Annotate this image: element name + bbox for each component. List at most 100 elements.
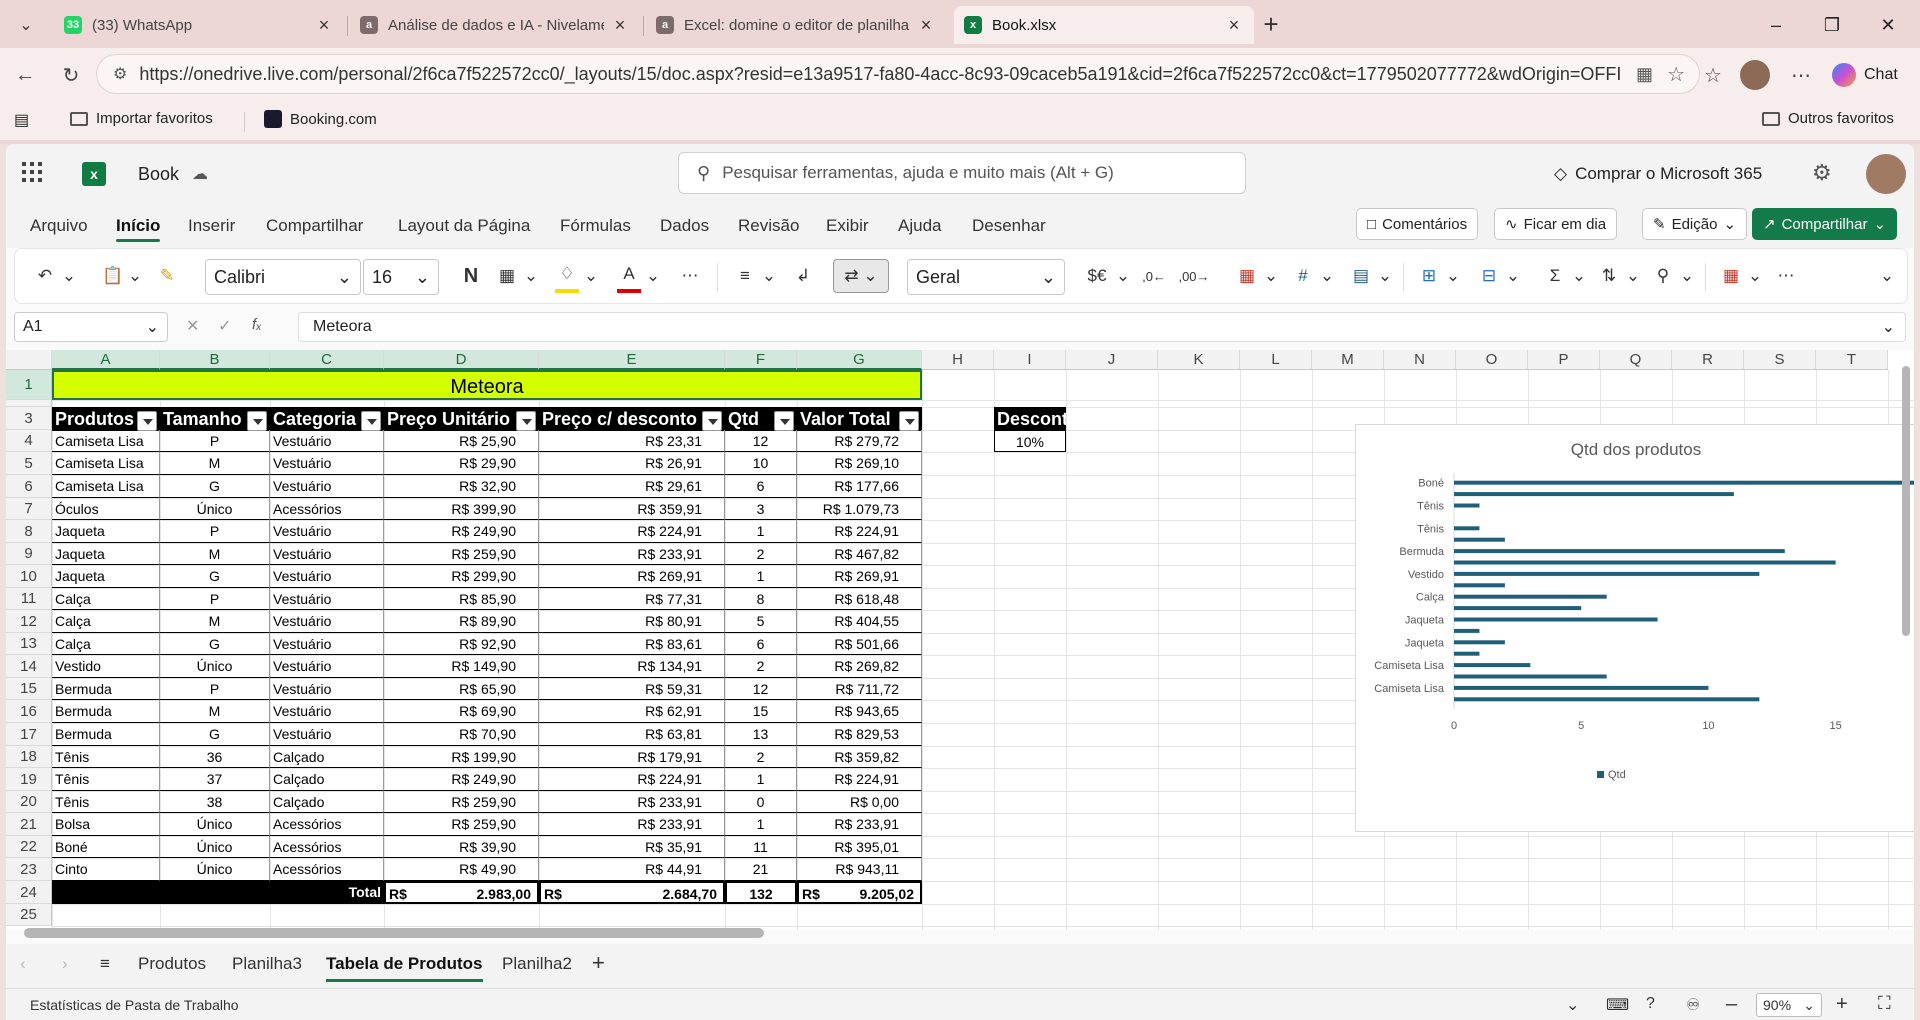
row-header[interactable]: 23 <box>6 858 52 881</box>
format-table-icon[interactable]: # <box>1291 259 1315 293</box>
font-color-icon[interactable]: A <box>617 259 641 293</box>
maximize-button[interactable]: ❐ <box>1810 10 1854 40</box>
browser-tab[interactable]: 33 (33) WhatsApp × <box>54 6 344 44</box>
table-cell[interactable]: 21 <box>725 858 797 881</box>
total-value-cell[interactable]: R$ 2.684,70 <box>539 881 725 904</box>
table-cell[interactable]: R$ 269,91 <box>539 565 725 588</box>
sort-filter-icon[interactable]: ⇅ <box>1597 259 1621 293</box>
table-cell[interactable]: Jaqueta <box>52 520 160 543</box>
row-header[interactable]: 10 <box>6 565 52 588</box>
table-cell[interactable]: Jaqueta <box>52 565 160 588</box>
table-cell[interactable]: R$ 299,90 <box>384 565 539 588</box>
expand-ribbon-chevron-icon[interactable]: ⌄ <box>1877 259 1897 293</box>
table-cell[interactable]: Tênis <box>52 746 160 768</box>
add-sheet-icon[interactable]: + <box>592 950 605 976</box>
table-cell[interactable]: 1 <box>725 565 797 588</box>
table-cell[interactable]: M <box>160 700 270 723</box>
table-cell[interactable]: R$ 85,90 <box>384 588 539 610</box>
table-cell[interactable]: R$ 29,61 <box>539 475 725 498</box>
table-cell[interactable]: R$ 233,91 <box>797 813 922 836</box>
more-options-icon[interactable]: ⋯ <box>1773 259 1799 293</box>
table-cell[interactable]: G <box>160 475 270 498</box>
table-cell[interactable]: 0 <box>725 791 797 813</box>
column-header[interactable]: N <box>1384 350 1456 370</box>
table-cell[interactable]: R$ 618,48 <box>797 588 922 610</box>
menu-formulas[interactable]: Fórmulas <box>560 216 631 236</box>
align-icon[interactable]: ≡ <box>733 259 757 293</box>
menu-desenhar[interactable]: Desenhar <box>972 216 1046 236</box>
formula-input[interactable]: Meteora ⌄ <box>298 312 1906 342</box>
browser-tab[interactable]: a Análise de dados e IA - Nivelamen × <box>350 6 640 44</box>
row-header[interactable]: 16 <box>6 700 52 723</box>
table-cell[interactable]: Vestuário <box>270 723 384 746</box>
close-window-button[interactable]: ✕ <box>1866 10 1910 40</box>
address-bar[interactable]: ⚙ https://onedrive.live.com/personal/2f6… <box>96 54 1700 94</box>
table-cell[interactable]: R$ 501,66 <box>797 633 922 655</box>
table-cell[interactable]: Vestuário <box>270 452 384 475</box>
menu-dados[interactable]: Dados <box>660 216 709 236</box>
column-header[interactable]: S <box>1744 350 1816 370</box>
row-header[interactable]: 8 <box>6 520 52 543</box>
table-header-cell[interactable]: Valor Total <box>797 407 922 431</box>
table-cell[interactable]: R$ 149,90 <box>384 655 539 678</box>
table-cell[interactable]: R$ 49,90 <box>384 858 539 881</box>
table-cell[interactable]: P <box>160 430 270 452</box>
format-painter-icon[interactable]: ✎ <box>155 259 179 293</box>
total-value-cell[interactable]: R$ 9.205,02 <box>797 881 922 904</box>
table-cell[interactable]: R$ 69,90 <box>384 700 539 723</box>
row-header[interactable]: 4 <box>6 430 52 452</box>
table-cell[interactable]: Acessórios <box>270 836 384 858</box>
table-cell[interactable]: 2 <box>725 655 797 678</box>
table-cell[interactable]: Único <box>160 655 270 678</box>
cancel-icon[interactable]: ✕ <box>186 316 199 336</box>
row-header[interactable]: 11 <box>6 588 52 610</box>
borders-chevron-icon[interactable]: ⌄ <box>523 259 539 293</box>
table-cell[interactable]: Vestuário <box>270 543 384 565</box>
paste-icon[interactable]: 📋 <box>101 259 125 293</box>
table-cell[interactable]: R$ 467,82 <box>797 543 922 565</box>
table-cell[interactable]: 1 <box>725 520 797 543</box>
font-size-dropdown[interactable]: 16 ⌄ <box>363 259 439 295</box>
table-cell[interactable]: R$ 259,90 <box>384 791 539 813</box>
column-header[interactable]: B <box>160 350 270 370</box>
delete-cells-icon[interactable]: ⊟ <box>1477 259 1501 293</box>
table-cell[interactable]: Vestuário <box>270 588 384 610</box>
column-header[interactable]: C <box>270 350 384 370</box>
autosum-icon[interactable]: Σ <box>1543 259 1567 293</box>
table-header-cell[interactable]: Preço Unitário <box>384 407 539 431</box>
table-cell[interactable]: R$ 395,01 <box>797 836 922 858</box>
table-header-cell[interactable]: Categoria <box>270 407 384 431</box>
insert-chevron-icon[interactable]: ⌄ <box>1445 259 1461 293</box>
table-cell[interactable]: 15 <box>725 700 797 723</box>
table-cell[interactable]: R$ 249,90 <box>384 520 539 543</box>
table-cell[interactable]: 6 <box>725 475 797 498</box>
app-launcher-icon[interactable] <box>22 162 42 182</box>
column-header[interactable]: F <box>725 350 797 370</box>
zoom-in-icon[interactable]: + <box>1836 993 1848 1016</box>
total-label-cell[interactable]: Total <box>52 881 384 904</box>
row-header[interactable]: 21 <box>6 813 52 836</box>
table-cell[interactable]: R$ 269,10 <box>797 452 922 475</box>
add-ins-icon[interactable]: ▦ <box>1719 259 1743 293</box>
table-cell[interactable]: R$ 943,65 <box>797 700 922 723</box>
buy-m365-link[interactable]: ◇ Comprar o Microsoft 365 <box>1554 164 1762 184</box>
table-cell[interactable]: Calçado <box>270 768 384 791</box>
table-cell[interactable]: Vestuário <box>270 610 384 633</box>
add-ins-chevron-icon[interactable]: ⌄ <box>1747 259 1763 293</box>
column-header[interactable]: M <box>1312 350 1384 370</box>
table-cell[interactable]: R$ 224,91 <box>539 768 725 791</box>
document-title[interactable]: Book <box>138 164 179 185</box>
sheet-tab-produtos[interactable]: Produtos <box>138 954 206 974</box>
column-header[interactable]: P <box>1528 350 1600 370</box>
close-tab-icon[interactable]: × <box>1224 15 1244 36</box>
favorite-star-icon[interactable]: ☆ <box>1667 62 1685 87</box>
table-cell[interactable]: R$ 943,11 <box>797 858 922 881</box>
table-cell[interactable]: Vestuário <box>270 565 384 588</box>
table-cell[interactable]: Vestuário <box>270 700 384 723</box>
column-header[interactable]: T <box>1816 350 1888 370</box>
table-cell[interactable]: Vestuário <box>270 475 384 498</box>
new-tab-button[interactable]: + <box>1256 10 1286 40</box>
row-header[interactable]: 18 <box>6 746 52 768</box>
table-cell[interactable]: R$ 89,90 <box>384 610 539 633</box>
table-cell[interactable]: R$ 359,91 <box>539 498 725 520</box>
